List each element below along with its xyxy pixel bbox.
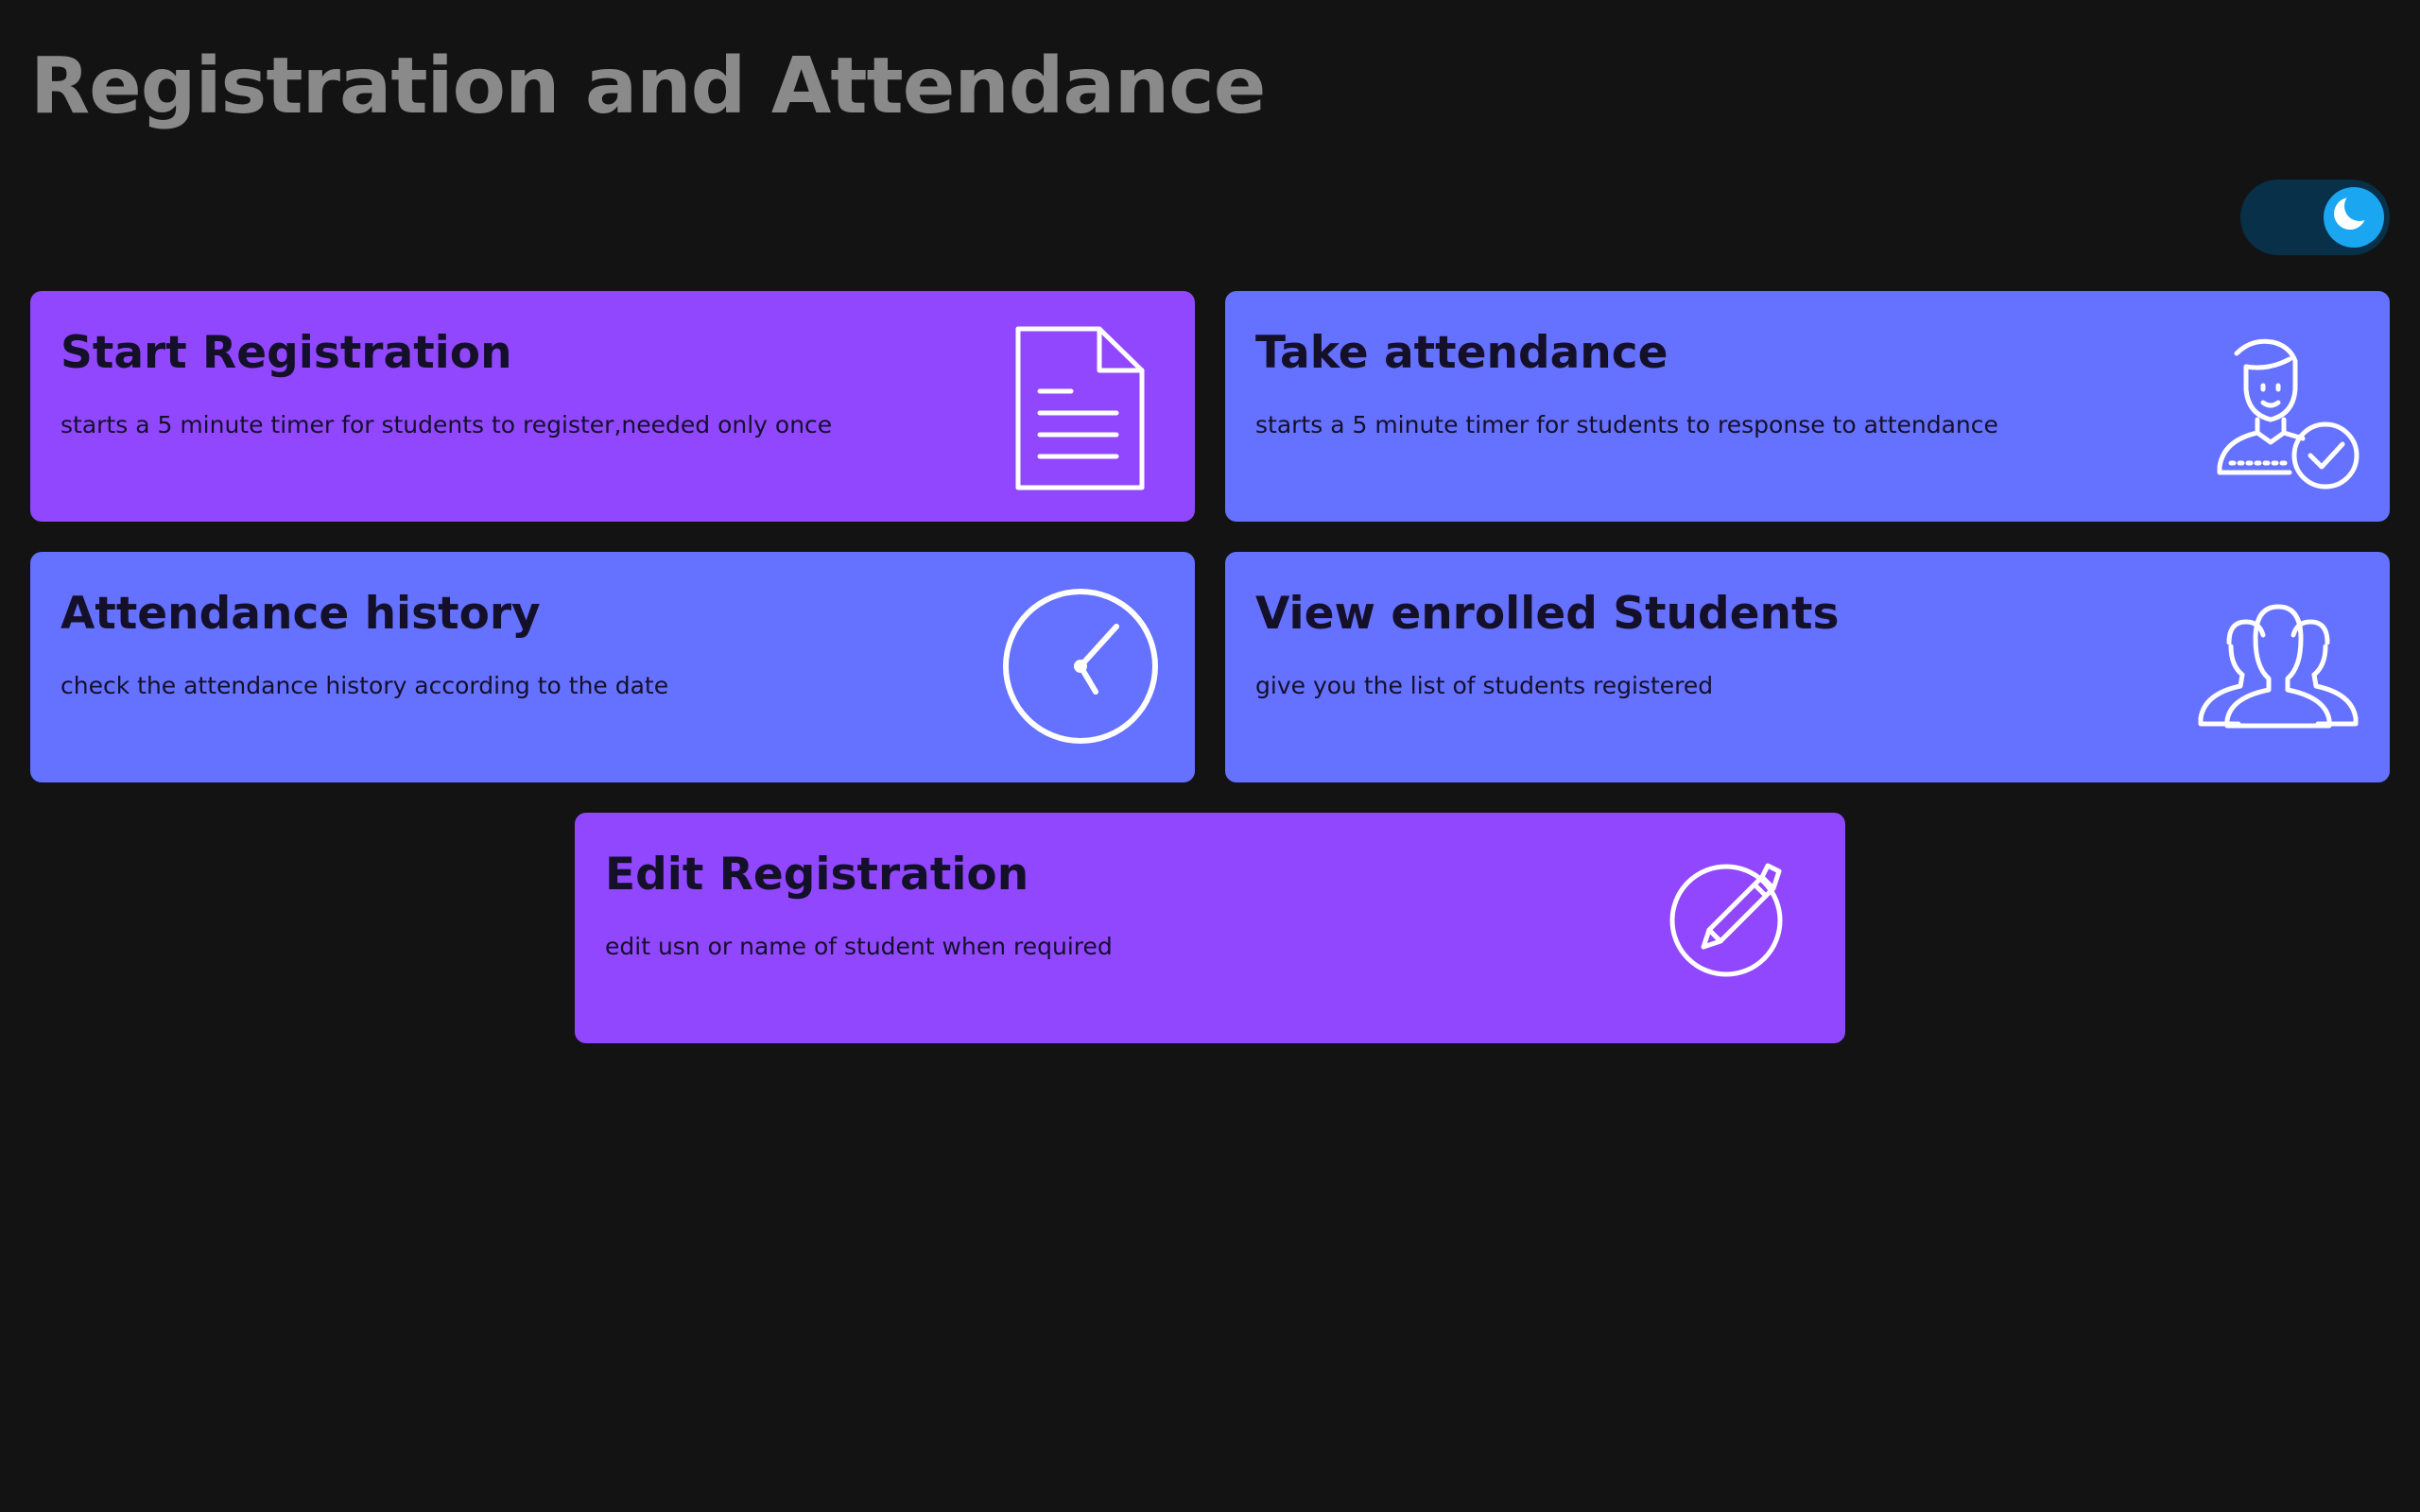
document-icon (1015, 326, 1145, 490)
card-title: Take attendance (1255, 327, 1668, 379)
theme-toggle[interactable] (2240, 180, 2390, 255)
card-title: View enrolled Students (1255, 588, 1840, 640)
clock-icon (1003, 589, 1158, 744)
view-enrolled-students-card[interactable]: View enrolled Students give you the list… (1225, 552, 2390, 782)
card-description: edit usn or name of student when require… (605, 933, 1113, 960)
card-description: starts a 5 minute timer for students to … (60, 411, 833, 438)
toggle-knob (2324, 187, 2384, 248)
card-title: Edit Registration (605, 849, 1029, 901)
page-title: Registration and Attendance (30, 42, 1266, 131)
take-attendance-card[interactable]: Take attendance starts a 5 minute timer … (1225, 291, 2390, 522)
card-title: Attendance history (60, 588, 541, 640)
user-check-icon (2217, 338, 2360, 490)
pencil-circle-icon (1669, 863, 1783, 977)
attendance-history-card[interactable]: Attendance history check the attendance … (30, 552, 1195, 782)
moon-icon (2334, 191, 2375, 230)
card-description: check the attendance history according t… (60, 672, 669, 699)
card-description: starts a 5 minute timer for students to … (1255, 411, 1998, 438)
users-group-icon (2198, 604, 2359, 729)
card-title: Start Registration (60, 327, 512, 379)
edit-registration-card[interactable]: Edit Registration edit usn or name of st… (575, 813, 1845, 1043)
start-registration-card[interactable]: Start Registration starts a 5 minute tim… (30, 291, 1195, 522)
card-description: give you the list of students registered (1255, 672, 1714, 699)
